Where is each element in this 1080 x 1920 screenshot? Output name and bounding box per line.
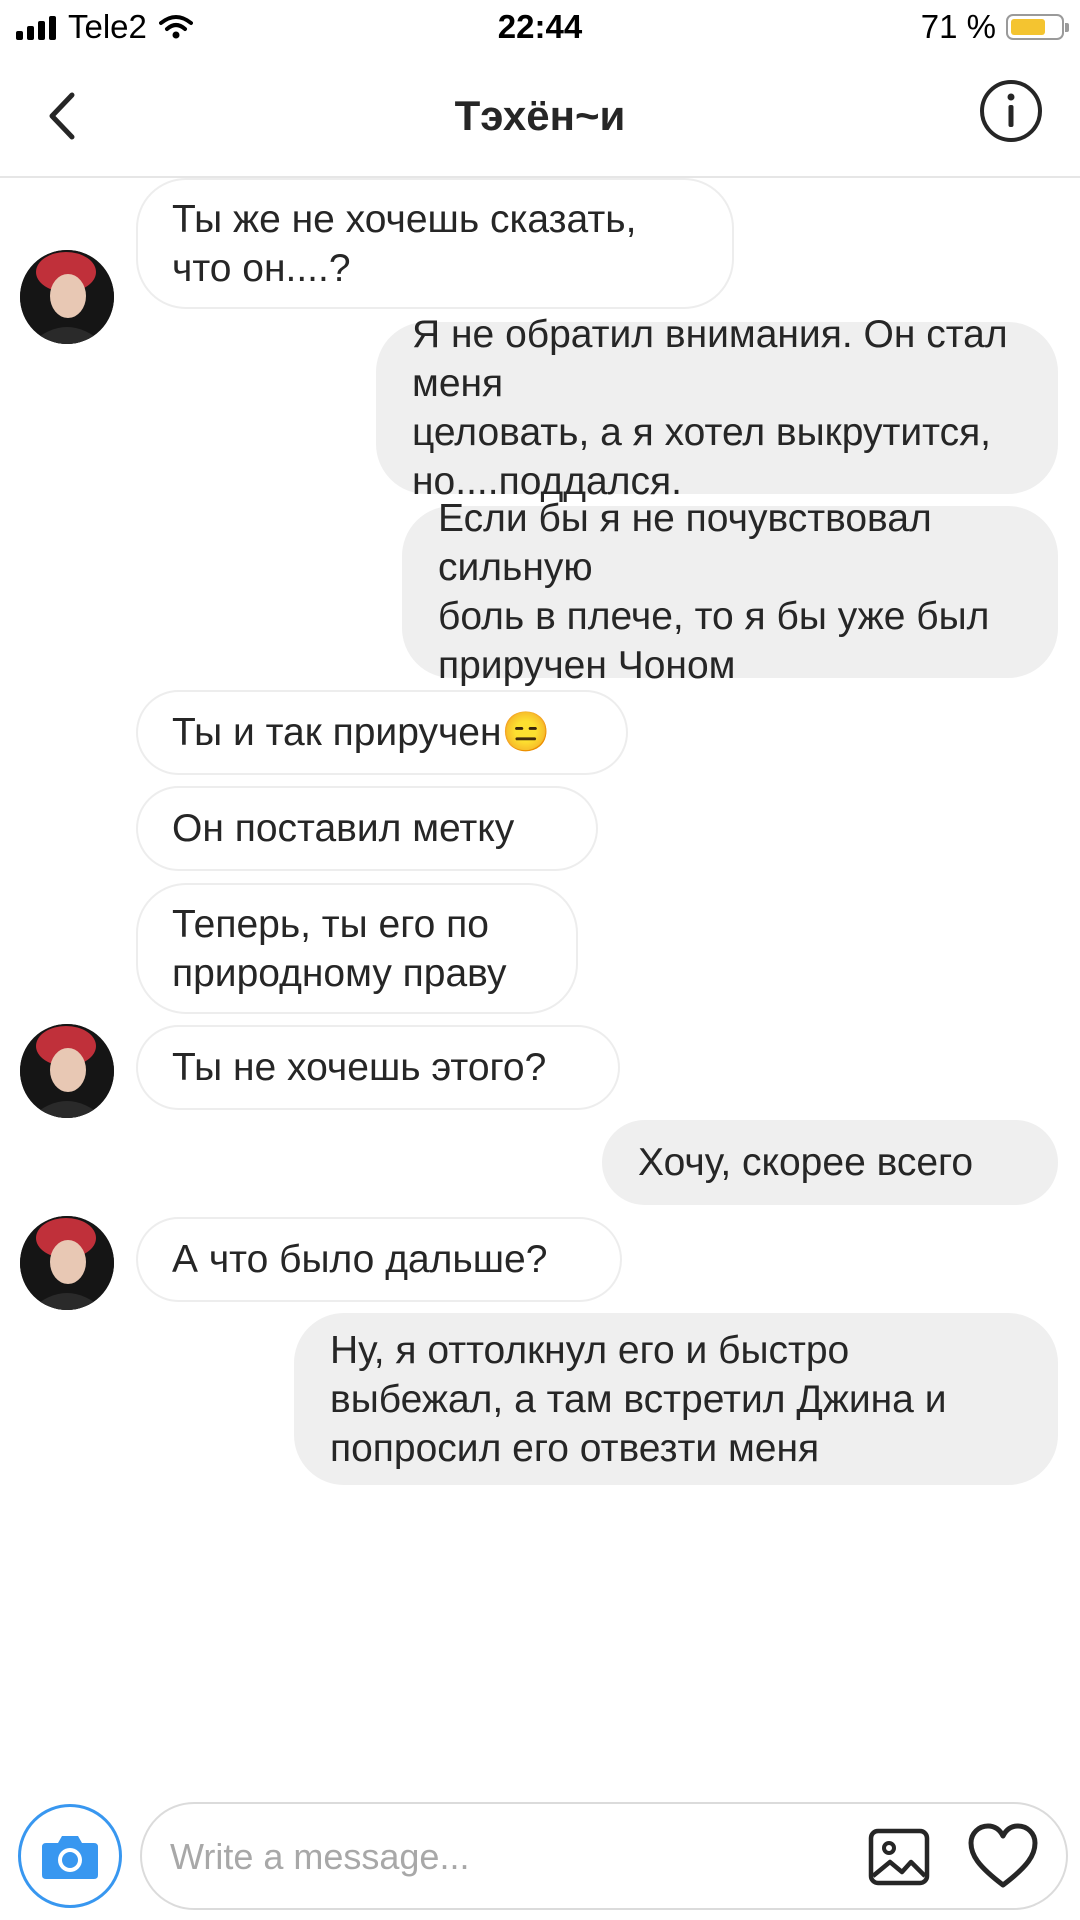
message-bubble-outgoing[interactable]: Хочу, скорее всего [602, 1120, 1058, 1205]
message-bubble-outgoing[interactable]: Ну, я оттолкнул его и быстро выбежал, а … [294, 1313, 1058, 1485]
message-input-box [140, 1802, 1068, 1910]
avatar[interactable] [20, 1024, 114, 1118]
message-bubble-incoming[interactable]: Ты и так приручен😑 [136, 690, 628, 775]
message-composer [0, 1798, 1080, 1920]
image-icon [868, 1828, 930, 1886]
camera-icon [42, 1836, 98, 1879]
message-bubble-incoming[interactable]: А что было дальше? [136, 1217, 622, 1302]
chat-title[interactable]: Тэхён~и [0, 92, 1080, 140]
battery-percent: 71 % [920, 8, 996, 45]
message-bubble-outgoing[interactable]: Если бы я не почувствовал сильную боль в… [402, 497, 1058, 687]
avatar[interactable] [20, 1216, 114, 1310]
avatar[interactable] [20, 250, 114, 344]
gallery-button[interactable] [866, 1824, 932, 1890]
message-bubble-incoming[interactable]: Ты не хочешь этого? [136, 1025, 620, 1110]
message-bubble-incoming[interactable]: Он поставил метку [136, 786, 598, 871]
status-bar: Tele2 22:44 71 % [0, 0, 1080, 56]
info-button[interactable] [978, 78, 1044, 144]
like-button[interactable] [966, 1822, 1040, 1892]
status-time: 22:44 [497, 8, 583, 45]
info-icon [980, 80, 1042, 142]
heart-icon [968, 1823, 1038, 1888]
camera-button[interactable] [18, 1804, 122, 1908]
message-bubble-outgoing[interactable]: Я не обратил внимания. Он стал меня цело… [376, 313, 1058, 503]
message-input[interactable] [168, 1828, 852, 1886]
message-bubble-incoming[interactable]: Теперь, ты его по природному праву [136, 883, 578, 1014]
message-bubble-incoming[interactable]: Ты же не хочешь сказать, что он....? [136, 178, 734, 309]
avatar-photo [20, 250, 114, 344]
battery-icon [1006, 14, 1069, 40]
battery-level [1011, 19, 1046, 35]
status-right: 71 % [920, 8, 1069, 46]
avatar-photo [20, 1024, 114, 1118]
avatar-photo [20, 1216, 114, 1310]
chat-header: Тэхён~и [0, 56, 1080, 178]
